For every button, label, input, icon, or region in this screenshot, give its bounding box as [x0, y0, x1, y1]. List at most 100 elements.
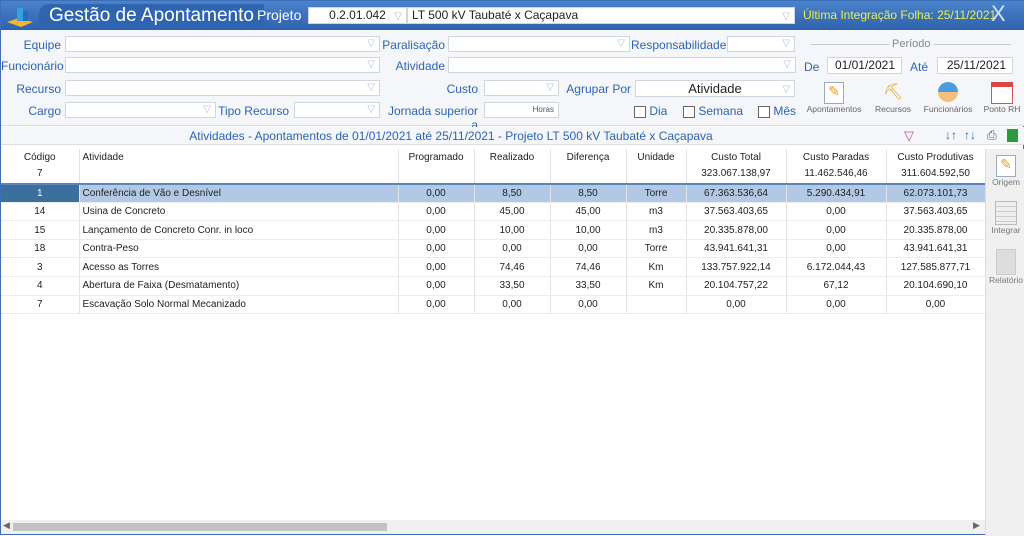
integration-status: Última Integração Folha: 25/11/2021	[803, 8, 997, 22]
column-header[interactable]: Programado	[398, 149, 475, 165]
activities-grid: Código Atividade Programado Realizado Difere…	[1, 149, 986, 315]
cell-codigo: 1	[1, 182, 80, 203]
table-row[interactable]: 15 Lançamento de Concreto Conr. in loco 0,…	[1, 220, 986, 240]
scroll-left-icon[interactable]: ◀	[3, 520, 10, 531]
excel-export-icon[interactable]	[1007, 129, 1018, 142]
apontamentos-button[interactable]: ✎ Apontamentos	[801, 82, 867, 114]
origem-button[interactable]: ✎ Origem	[986, 155, 1024, 187]
report-chart-icon	[996, 249, 1016, 275]
apontamentos-label: Apontamentos	[806, 104, 862, 114]
tipo-recurso-label: Tipo Recurso	[218, 104, 289, 118]
cell-unidade: Km	[626, 276, 687, 296]
tipo-recurso-select[interactable]	[294, 102, 380, 118]
cell-custo-total: 133.757.922,14	[686, 257, 787, 278]
equipe-select[interactable]	[65, 36, 380, 52]
column-header[interactable]: Custo Paradas	[786, 149, 887, 165]
funcionarios-button[interactable]: Funcionários	[919, 82, 977, 114]
cell-custo-paradas: 0,00	[786, 220, 887, 240]
jornada-input[interactable]: Horas	[484, 102, 559, 118]
close-button[interactable]: X	[991, 1, 1006, 27]
cell-custo-produtivas: 37.563.403,65	[886, 202, 986, 222]
recursos-button[interactable]: ⛏ Recursos	[869, 82, 917, 114]
app-logo-icon	[7, 8, 33, 27]
column-header[interactable]: Custo Produtivas	[886, 149, 986, 165]
funcionarios-label: Funcionários	[923, 104, 973, 114]
cargo-label: Cargo	[28, 104, 61, 118]
side-toolbar: ✎ Origem Integrar Relatório	[985, 149, 1024, 536]
table-row[interactable]: 3 Acesso as Torres 0,00 74,46 74,46 Km 133.757…	[1, 257, 986, 278]
cell-programado: 0,00	[398, 257, 475, 278]
cell-atividade: Lançamento de Concreto Conr. in loco	[79, 220, 399, 240]
semana-checkbox[interactable]: Semana	[683, 104, 743, 118]
atividade-select[interactable]	[448, 57, 796, 73]
sort-descending-icon[interactable]: ↓↑	[945, 128, 957, 142]
cell-diferenca: 8,50	[550, 182, 627, 203]
table-row[interactable]: 14 Usina de Concreto 0,00 45,00 45,00 m3 37.56…	[1, 202, 986, 222]
de-label: De	[804, 60, 820, 74]
cargo-select[interactable]	[65, 102, 216, 118]
column-header[interactable]: Unidade	[626, 149, 687, 165]
app-title: Gestão de Apontamento	[39, 4, 264, 28]
horizontal-scrollbar[interactable]: ◀ ▶	[1, 520, 985, 534]
title-bar: Gestão de Apontamento Projeto 0.2.01.042…	[1, 1, 1024, 30]
recursos-label: Recursos	[875, 104, 911, 114]
project-label: Projeto	[257, 7, 302, 23]
ponto-rh-button[interactable]: Ponto RH	[979, 82, 1024, 114]
cell-diferenca: 45,00	[550, 202, 627, 222]
cell-unidade: Torre	[626, 182, 687, 203]
project-code-select[interactable]: 0.2.01.042	[308, 7, 407, 24]
cell-diferenca: 0,00	[550, 239, 627, 259]
cell-atividade: Conferência de Vão e Desnível	[79, 182, 399, 203]
column-header[interactable]: Realizado	[474, 149, 551, 165]
cell-codigo: 7	[1, 295, 80, 315]
cell-unidade	[626, 295, 687, 315]
cell-custo-produtivas: 43.941.641,31	[886, 239, 986, 259]
table-row[interactable]: 1 Conferência de Vão e Desnível 0,00 8,50 8,…	[1, 182, 986, 203]
agrupar-select[interactable]: Atividade	[635, 80, 795, 97]
relatorio-button[interactable]: Relatório	[986, 249, 1024, 285]
filter-panel: Equipe Funcionário Recurso Cargo Tipo Re…	[1, 30, 1024, 132]
recurso-select[interactable]	[65, 80, 380, 96]
ate-date-input[interactable]: 25/11/2021	[937, 57, 1013, 74]
cell-programado: 0,00	[398, 295, 475, 315]
cell-realizado: 0,00	[474, 239, 551, 259]
column-header[interactable]: Atividade	[79, 149, 399, 165]
cell-custo-paradas: 5.290.434,91	[786, 182, 887, 203]
sort-ascending-icon[interactable]: ↑↓	[964, 128, 976, 142]
summary-row[interactable]: 7 323.067.138,97 11.462.546,46 311.604.592,…	[1, 165, 986, 185]
cell-custo-paradas: 0,00	[786, 295, 887, 315]
funcionario-label: Funcionário	[1, 59, 64, 73]
pencil-icon: ✎	[996, 155, 1016, 177]
project-name-select[interactable]: LT 500 kV Taubaté x Caçapava	[407, 7, 795, 24]
cell-diferenca	[550, 165, 627, 185]
cell-codigo: 3	[1, 257, 80, 278]
cell-custo-produtivas: 20.104.690,10	[886, 276, 986, 296]
paralisacao-select[interactable]	[448, 36, 630, 52]
scrollbar-thumb[interactable]	[13, 523, 387, 531]
cell-custo-total: 67.363.536,64	[686, 182, 787, 203]
print-icon[interactable]: ⎙	[987, 128, 997, 143]
cell-realizado: 8,50	[474, 182, 551, 203]
cell-diferenca: 10,00	[550, 220, 627, 240]
integrar-button[interactable]: Integrar	[986, 201, 1024, 235]
column-header[interactable]: Diferença	[550, 149, 627, 165]
table-row[interactable]: 18 Contra-Peso 0,00 0,00 0,00 Torre 43.941.641…	[1, 239, 986, 259]
periodo-label: Período	[889, 38, 934, 50]
origem-label: Origem	[992, 177, 1020, 187]
cell-atividade: Usina de Concreto	[79, 202, 399, 222]
de-date-input[interactable]: 01/01/2021	[827, 57, 902, 74]
table-row[interactable]: 4 Abertura de Faixa (Desmatamento) 0,00 33,…	[1, 276, 986, 296]
funcionario-select[interactable]	[65, 57, 380, 73]
dia-checkbox[interactable]: Dia	[634, 104, 667, 118]
scroll-right-icon[interactable]: ▶	[973, 520, 980, 531]
column-header[interactable]: Código	[1, 149, 80, 165]
column-header[interactable]: Custo Total	[686, 149, 787, 165]
mes-checkbox[interactable]: Mês	[758, 104, 796, 118]
custo-select[interactable]	[484, 80, 559, 96]
filter-clear-icon[interactable]: ▽	[904, 128, 914, 144]
custo-label: Custo	[446, 82, 478, 96]
cell-codigo: 7	[1, 165, 80, 185]
cell-custo-paradas: 0,00	[786, 239, 887, 259]
responsabilidade-select[interactable]	[727, 36, 795, 52]
table-row[interactable]: 7 Escavação Solo Normal Mecanizado 0,00 0,0…	[1, 295, 986, 315]
